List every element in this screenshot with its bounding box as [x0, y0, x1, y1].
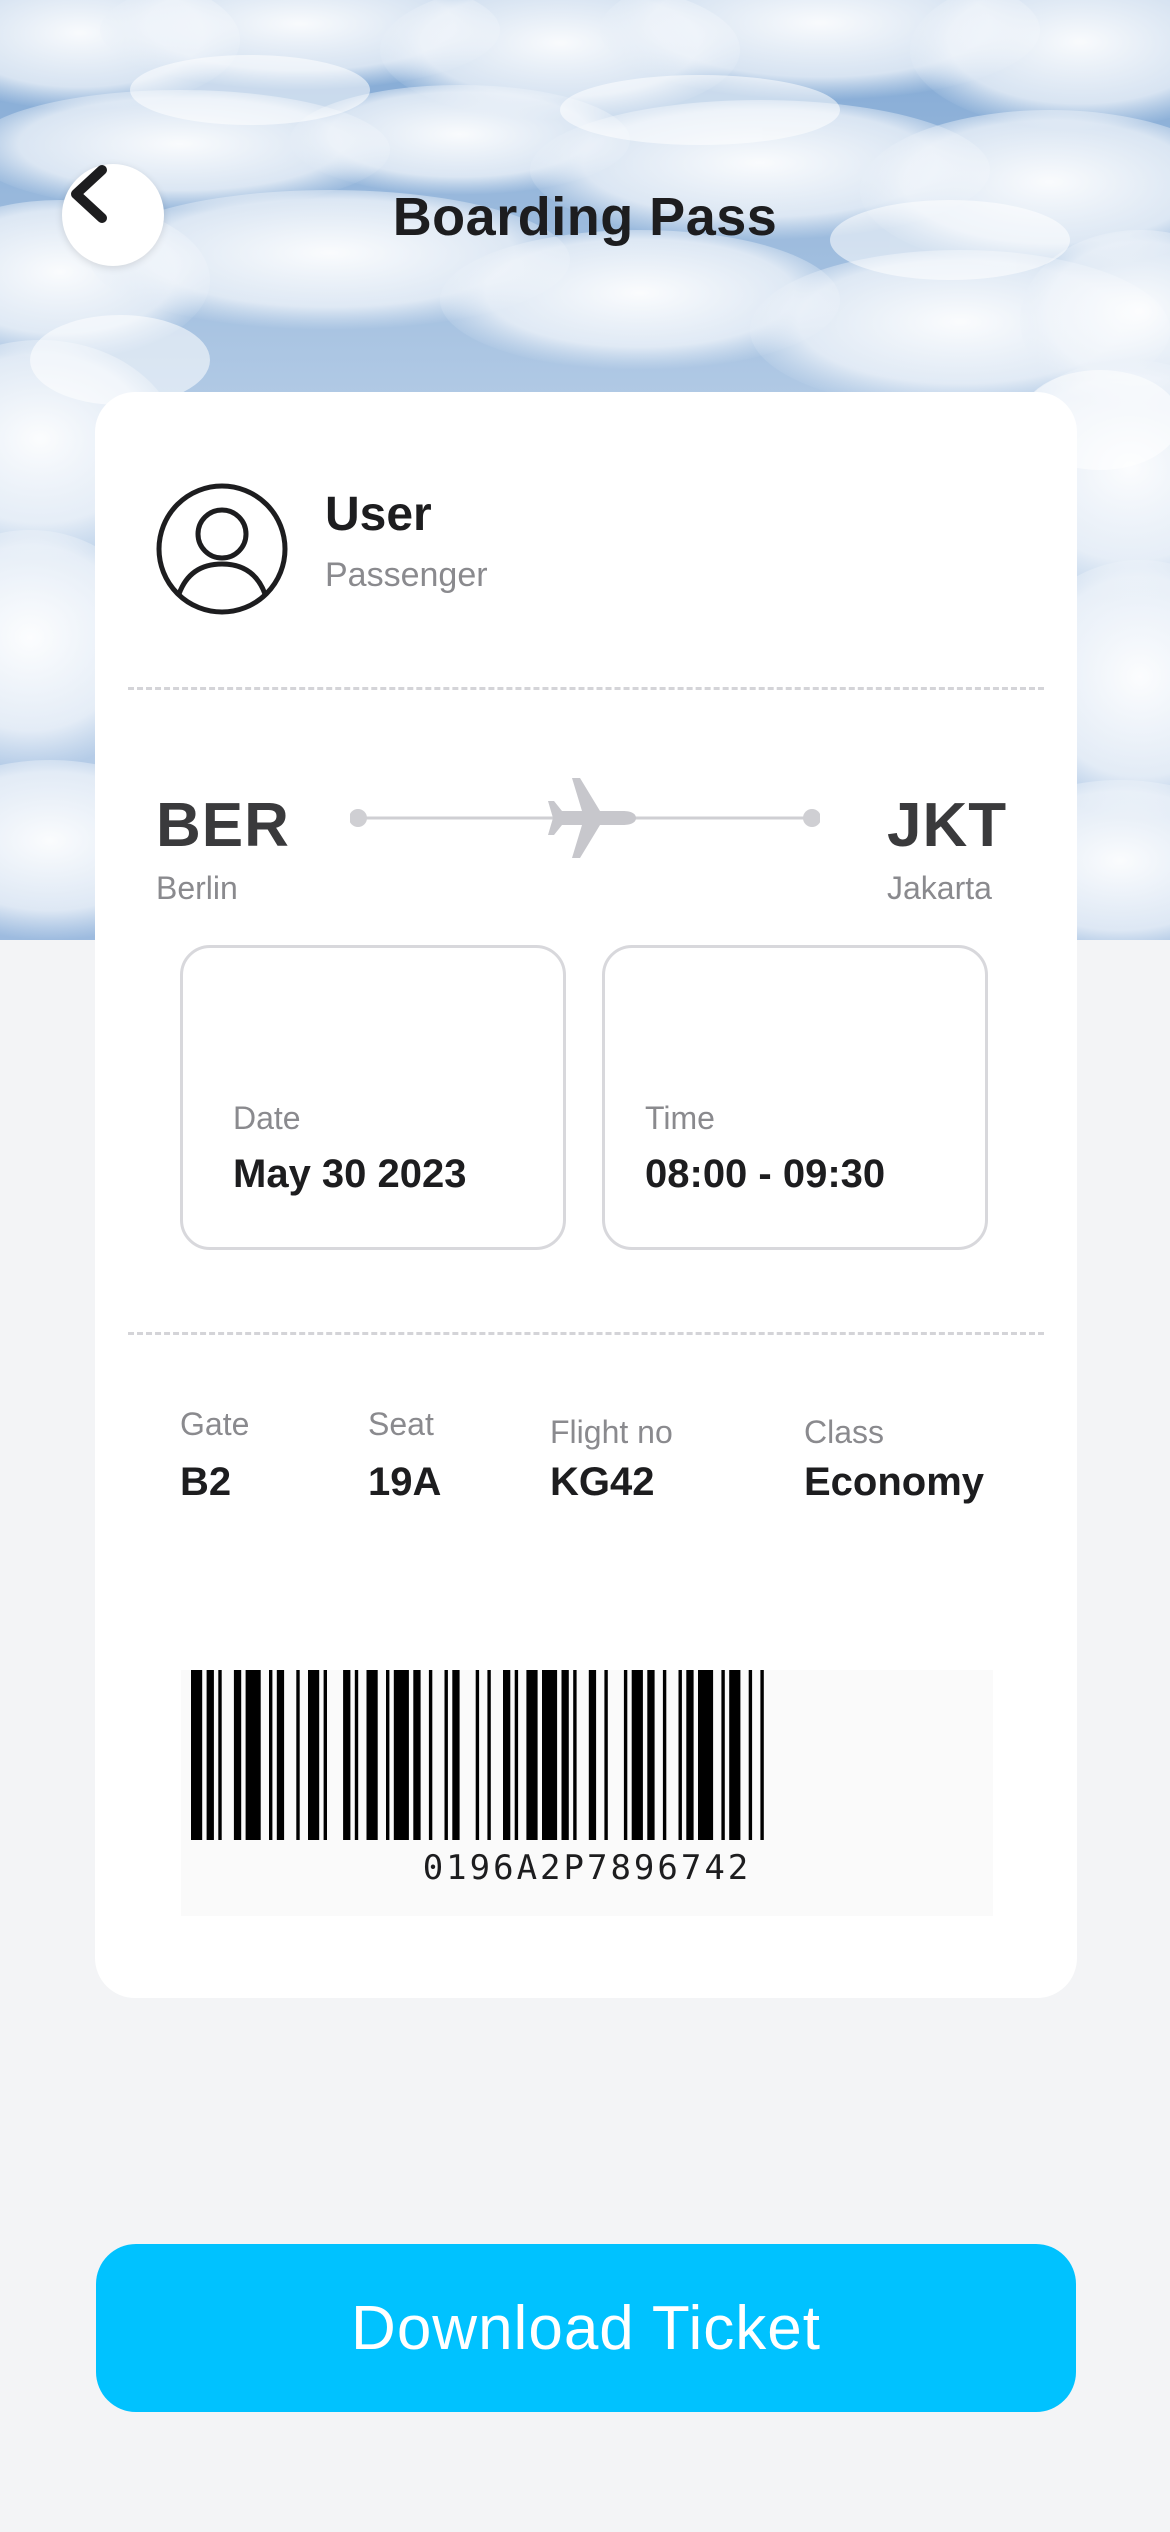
- flight-number-label: Flight no: [550, 1414, 673, 1450]
- gate-label: Gate: [180, 1406, 250, 1442]
- barcode-bar: [698, 1670, 714, 1840]
- passenger-role: Passenger: [325, 556, 488, 594]
- time-label: Time: [645, 1100, 715, 1136]
- barcode-bar: [218, 1670, 222, 1840]
- destination-city: Jakarta: [887, 870, 992, 906]
- barcode-bar: [269, 1670, 273, 1840]
- gate-value: B2: [180, 1460, 232, 1504]
- user-avatar-icon: [156, 483, 288, 615]
- divider-top: [128, 687, 1044, 690]
- barcode-bar: [729, 1670, 741, 1840]
- barcode-bar: [573, 1670, 577, 1840]
- barcode-bar: [276, 1670, 285, 1840]
- barcode-bar: [604, 1670, 608, 1840]
- seat-value: 19A: [368, 1460, 442, 1504]
- barcode-bar: [386, 1670, 390, 1840]
- barcode-bar: [760, 1670, 764, 1840]
- barcode-bar: [452, 1670, 460, 1840]
- destination-code: JKT: [887, 791, 1008, 860]
- barcode-bar: [308, 1670, 320, 1840]
- barcode-bars: [191, 1670, 764, 1840]
- barcode-bar: [413, 1670, 421, 1840]
- barcode-bar: [296, 1670, 300, 1840]
- barcode-bar: [748, 1670, 753, 1840]
- origin-code: BER: [156, 791, 290, 860]
- date-box: Date May 30 2023: [180, 945, 566, 1250]
- barcode-bar: [354, 1670, 359, 1840]
- time-box: Time 08:00 - 09:30: [602, 945, 988, 1250]
- barcode-bar: [542, 1670, 558, 1840]
- barcode-bar: [233, 1670, 242, 1840]
- barcode-bar: [588, 1670, 597, 1840]
- barcode-number: 0196A2P7896742: [422, 1848, 752, 1888]
- seat-label: Seat: [368, 1406, 434, 1442]
- date-label: Date: [233, 1100, 301, 1136]
- time-value: 08:00 - 09:30: [645, 1152, 886, 1196]
- flight-number-value: KG42: [550, 1460, 655, 1504]
- boarding-pass-card: User Passenger BER Berlin JKT Jakarta Da…: [95, 392, 1077, 1998]
- class-value: Economy: [804, 1460, 985, 1504]
- barcode-bar: [647, 1670, 655, 1840]
- airplane-icon: [548, 778, 636, 858]
- barcode: 0196A2P7896742: [181, 1670, 993, 1916]
- barcode-bar: [191, 1670, 203, 1840]
- barcode-bar: [475, 1670, 480, 1840]
- route-line: [350, 778, 820, 858]
- barcode-bar: [444, 1670, 448, 1840]
- barcode-bar: [514, 1670, 519, 1840]
- barcode-bar: [393, 1670, 409, 1840]
- barcode-bar: [662, 1670, 667, 1840]
- barcode-bar: [323, 1670, 327, 1840]
- barcode-bar: [623, 1670, 628, 1840]
- barcode-bar: [245, 1670, 261, 1840]
- barcode-bar: [343, 1670, 351, 1840]
- barcode-bar: [631, 1670, 643, 1840]
- barcode-bar: [428, 1670, 433, 1840]
- barcode-bar: [487, 1670, 491, 1840]
- barcode-bar: [526, 1670, 538, 1840]
- divider-bottom: [128, 1332, 1044, 1335]
- barcode-bar: [686, 1670, 694, 1840]
- barcode-bar: [678, 1670, 682, 1840]
- class-label: Class: [804, 1414, 885, 1450]
- barcode-bar: [206, 1670, 214, 1840]
- barcode-bar: [721, 1670, 725, 1840]
- date-value: May 30 2023: [233, 1152, 467, 1196]
- barcode-bar: [366, 1670, 378, 1840]
- boarding-pass-screen: Boarding Pass User Passenger BER Berlin …: [0, 0, 1170, 2532]
- page-title: Boarding Pass: [392, 187, 778, 247]
- origin-city: Berlin: [156, 870, 238, 906]
- passenger-name: User: [325, 488, 432, 541]
- barcode-bar: [561, 1670, 569, 1840]
- download-ticket-button[interactable]: Download Ticket: [96, 2244, 1076, 2412]
- barcode-bar: [503, 1670, 511, 1840]
